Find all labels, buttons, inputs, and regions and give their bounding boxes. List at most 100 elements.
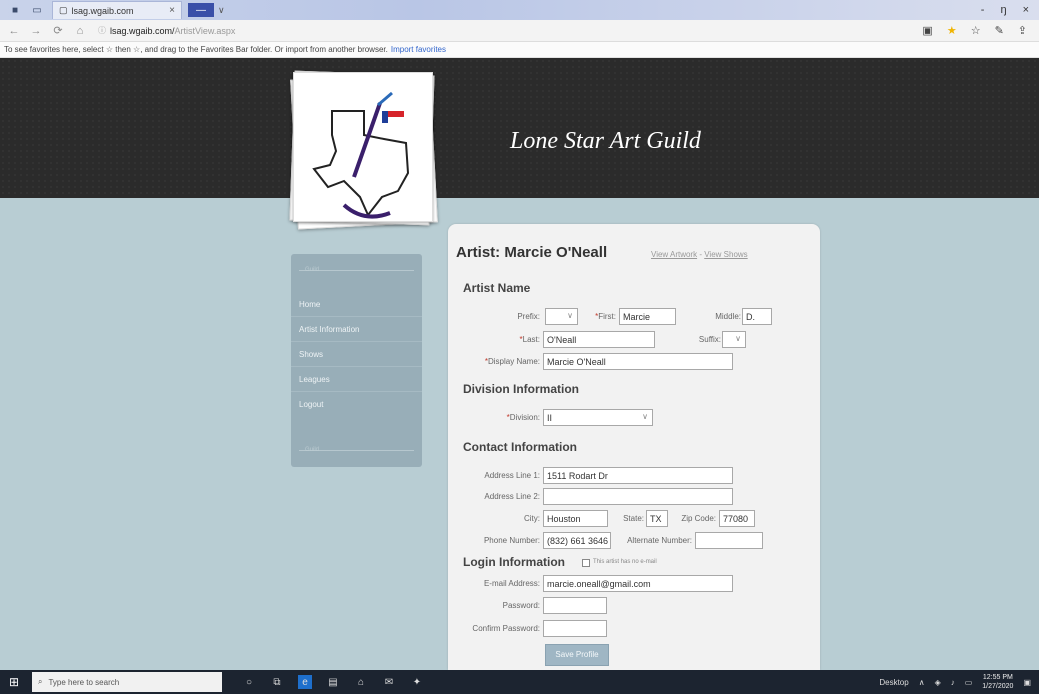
save-profile-button[interactable]: Save Profile — [545, 644, 609, 666]
no-email-checkbox[interactable] — [582, 559, 590, 567]
sidebar-item-leagues[interactable]: Leagues — [291, 367, 422, 392]
alternate-number-input[interactable] — [695, 532, 763, 549]
city-input[interactable]: Houston — [543, 510, 608, 527]
address-bar: ← → ⟳ ⌂ ⓘ lsag.wgaib.com/ArtistView.aspx… — [0, 20, 1039, 42]
favorite-star-icon[interactable]: ★ — [947, 24, 957, 37]
url-host: lsag.wgaib.com/ — [110, 25, 175, 36]
mail-icon[interactable]: ✉ — [382, 675, 396, 689]
keyboard-icon[interactable]: ▭ — [965, 678, 973, 687]
desktop-label[interactable]: Desktop — [879, 678, 908, 687]
phone-input[interactable]: (832) 661 3646 — [543, 532, 611, 549]
view-shows-link[interactable]: View Shows — [704, 250, 747, 259]
password-input[interactable] — [543, 597, 607, 614]
search-icon: ⌕ — [38, 677, 43, 686]
share-icon[interactable]: ⇪ — [1018, 24, 1027, 37]
section-contact: Contact Information — [463, 440, 577, 454]
taskbar: ⊞ ⌕ Type here to search ○ ⧉ e ▤ ⌂ ✉ ✦ De… — [0, 670, 1039, 694]
first-label: *First: — [595, 312, 616, 321]
view-artwork-link[interactable]: View Artwork — [651, 250, 697, 259]
pin-icon[interactable]: ✦ — [410, 675, 424, 689]
window-controls: - ŋ × — [981, 4, 1039, 16]
sidebar-item-home[interactable]: Home — [291, 292, 422, 317]
logo[interactable] — [289, 70, 438, 230]
browser-titlebar: ■ ▭ ▢ lsag.wgaib.com × — ∨ - ŋ × — [0, 0, 1039, 20]
email-label: E-mail Address: — [483, 579, 540, 588]
display-name-input[interactable]: Marcie O'Neall — [543, 353, 733, 370]
password-label: Password: — [502, 601, 540, 610]
clock[interactable]: 12:55 PM 1/27/2020 — [982, 673, 1013, 691]
alternate-number-label: Alternate Number: — [627, 536, 692, 545]
task-view-icon[interactable]: ⧉ — [270, 675, 284, 689]
store-icon[interactable]: ⌂ — [354, 675, 368, 689]
zip-input[interactable]: 77080 — [719, 510, 755, 527]
favorites-icon[interactable]: ☆ — [971, 24, 981, 37]
first-name-input[interactable]: Marcie — [619, 308, 676, 325]
confirm-password-label: Confirm Password: — [472, 624, 540, 633]
site-title: Lone Star Art Guild — [510, 128, 701, 154]
zip-label: Zip Code: — [681, 514, 716, 523]
sidebar-item-artist-information[interactable]: Artist Information — [291, 317, 422, 342]
edge-browser-icon[interactable]: e — [298, 675, 312, 689]
prefix-label: Prefix: — [517, 312, 540, 321]
state-label: State: — [623, 514, 644, 523]
confirm-password-input[interactable] — [543, 620, 607, 637]
page-title: Artist: Marcie O'Neall — [456, 244, 608, 261]
tab-close-icon[interactable]: × — [169, 5, 175, 16]
minimize-icon[interactable]: - — [981, 4, 985, 16]
phone-label: Phone Number: — [483, 536, 540, 545]
import-favorites-link[interactable]: Import favorites — [391, 45, 446, 54]
tray-chevron-icon[interactable]: ∧ — [919, 678, 925, 687]
division-select[interactable]: II ∨ — [543, 409, 653, 426]
taskbar-search-input[interactable]: ⌕ Type here to search — [32, 672, 222, 692]
sidebar-item-logout[interactable]: Logout — [291, 392, 422, 417]
pen-icon[interactable]: ✎ — [995, 24, 1004, 37]
display-name-label: *Display Name: — [484, 357, 540, 366]
email-input[interactable]: marcie.oneall@gmail.com — [543, 575, 733, 592]
middle-name-input[interactable]: D. — [742, 308, 772, 325]
state-input[interactable]: TX — [646, 510, 668, 527]
network-icon[interactable]: ◈ — [935, 678, 941, 687]
new-tab-button[interactable]: — — [188, 3, 214, 17]
sidebar-item-shows[interactable]: Shows — [291, 342, 422, 367]
prefix-select[interactable]: ∨ — [545, 308, 578, 325]
address1-input[interactable]: 1511 Rodart Dr — [543, 467, 733, 484]
section-login: Login Information — [463, 555, 565, 569]
refresh-icon[interactable]: ⟳ — [50, 24, 66, 37]
file-explorer-icon[interactable]: ▤ — [326, 675, 340, 689]
nav-separator-bottom: Guild — [299, 445, 414, 455]
suffix-select[interactable]: ∨ — [722, 331, 746, 348]
close-window-icon[interactable]: × — [1023, 4, 1029, 16]
windows-start-icon[interactable]: ⊞ — [0, 670, 28, 694]
division-label: *Division: — [506, 413, 540, 422]
artist-form-panel: Artist: Marcie O'Neall View Artwork - Vi… — [448, 224, 820, 670]
no-email-label: This artist has no e-mail — [593, 559, 657, 565]
reading-view-icon[interactable]: ▣ — [922, 24, 932, 37]
taskbar-apps: ○ ⧉ e ▤ ⌂ ✉ ✦ — [242, 675, 424, 689]
back-icon[interactable]: ← — [6, 25, 22, 37]
maximize-icon[interactable]: ŋ — [1000, 4, 1006, 16]
section-artist-name: Artist Name — [463, 281, 531, 295]
tab-actions-icon[interactable]: ▭ — [30, 4, 44, 16]
cortana-icon[interactable]: ○ — [242, 675, 256, 689]
chevron-down-icon: ∨ — [567, 311, 573, 320]
nav-separator-top: Guild — [299, 265, 414, 275]
middle-label: Middle: — [715, 312, 741, 321]
tab-list-chevron-icon[interactable]: ∨ — [218, 5, 225, 16]
last-name-input[interactable]: O'Neall — [543, 331, 655, 348]
volume-icon[interactable]: ♪ — [951, 678, 955, 687]
browser-tab[interactable]: ▢ lsag.wgaib.com × — [52, 1, 182, 19]
forward-icon[interactable]: → — [28, 25, 44, 37]
url-field[interactable]: ⓘ lsag.wgaib.com/ArtistView.aspx — [98, 23, 518, 39]
page-icon: ▢ — [59, 5, 68, 15]
notifications-icon[interactable]: ▣ — [1023, 678, 1031, 687]
artist-links: View Artwork - View Shows — [651, 250, 748, 259]
favorites-bar: To see favorites here, select ☆ then ☆, … — [0, 42, 1039, 58]
address2-input[interactable] — [543, 488, 733, 505]
link-separator: - — [699, 250, 702, 259]
info-icon[interactable]: ⓘ — [98, 25, 106, 36]
nav-list: Home Artist Information Shows Leagues Lo… — [291, 292, 422, 417]
url-path: ArtistView.aspx — [174, 25, 236, 36]
browser-menu-icon[interactable]: ■ — [8, 4, 22, 16]
home-icon[interactable]: ⌂ — [72, 25, 88, 37]
texas-logo-icon — [312, 91, 410, 219]
